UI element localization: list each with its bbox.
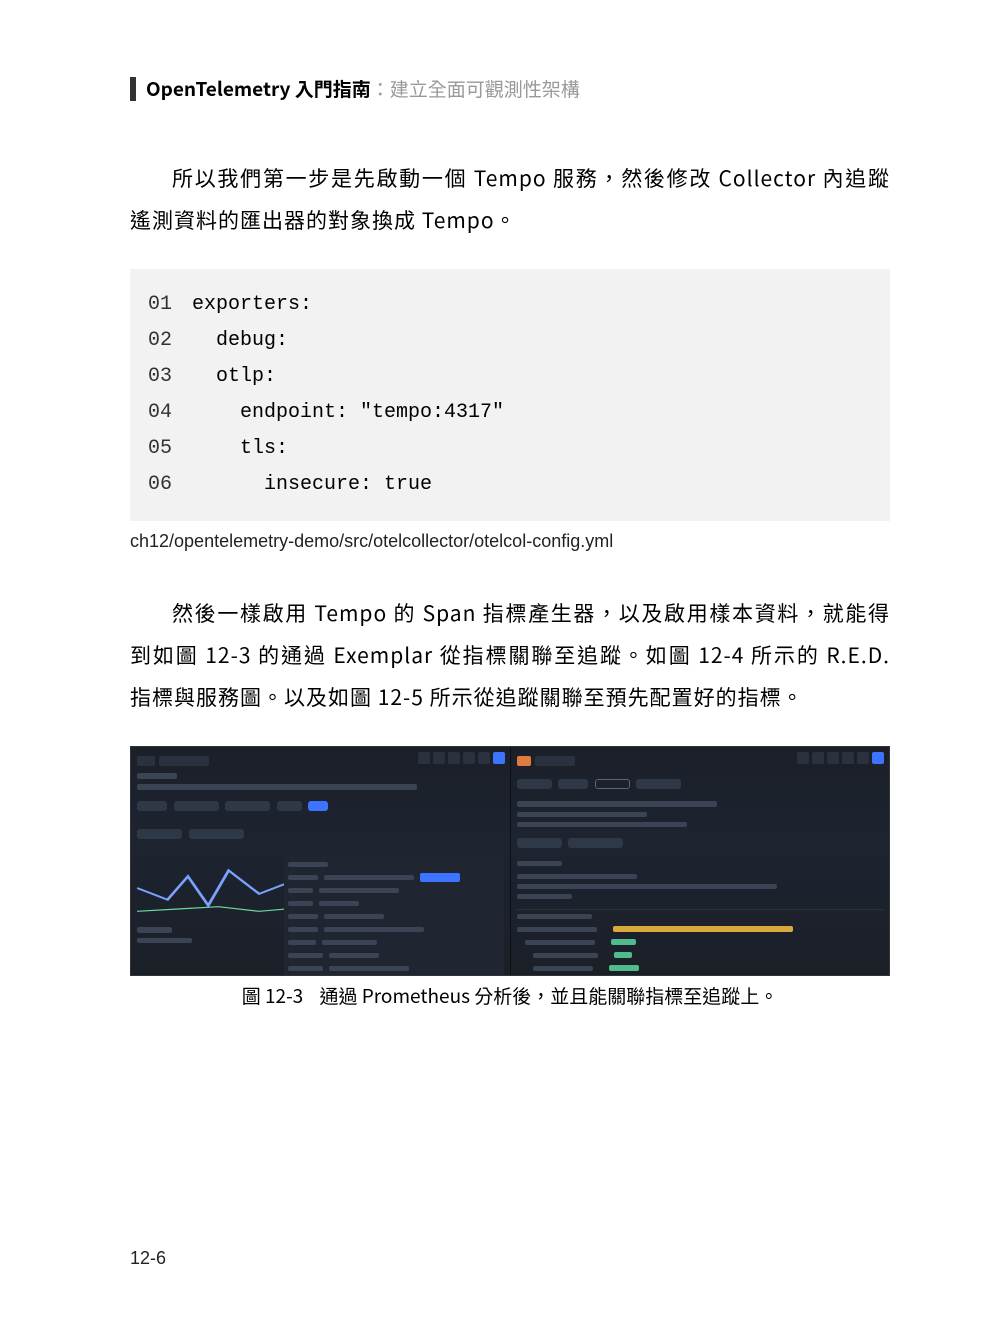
tempo-label [535, 756, 575, 766]
traceid-tab[interactable] [595, 779, 630, 789]
toolbar-add-dashboard-button[interactable] [433, 752, 445, 764]
code-line-number: 06 [148, 467, 192, 503]
span-name[interactable] [517, 927, 597, 932]
toolbar-run-button[interactable] [872, 752, 884, 764]
toolbar-icon[interactable] [827, 752, 839, 764]
code-line-number: 01 [148, 287, 192, 323]
exemplar-field-value [324, 927, 424, 932]
code-line-number: 05 [148, 431, 192, 467]
exemplar-field-value [329, 953, 379, 958]
query-input[interactable] [137, 784, 417, 790]
span-bar [614, 952, 632, 958]
toolbar-icon[interactable] [463, 752, 475, 764]
toolbar-explore-button[interactable] [418, 752, 430, 764]
prometheus-icon [137, 756, 155, 766]
exemplar-field-value [324, 914, 384, 919]
query-inspector-button[interactable] [568, 838, 623, 848]
toolbar-icon[interactable] [448, 752, 460, 764]
code-line-text: tls: [192, 437, 288, 460]
query-with-tempo-button[interactable] [420, 873, 460, 882]
figure-caption: 圖 12-3 通過 Prometheus 分析後，並且能關聯指標至追蹤上。 [130, 982, 890, 1009]
exemplar-field-value [319, 901, 359, 906]
paragraph-2: 然後一樣啟用 Tempo 的 Span 指標產生器，以及啟用樣本資料，就能得到如… [130, 592, 890, 718]
table-section-label [137, 927, 172, 933]
trace-id-field[interactable] [517, 801, 717, 807]
page-number: 12-6 [130, 1248, 166, 1269]
table-row-count [137, 938, 192, 943]
service-operation-header [517, 914, 592, 919]
search-tab[interactable] [558, 779, 588, 789]
span-filters-label [517, 894, 572, 899]
exemplar-field-label [288, 953, 323, 958]
add-query-button[interactable] [517, 838, 562, 848]
code-line-text: debug: [192, 329, 288, 352]
code-line-number: 02 [148, 323, 192, 359]
figure-screenshot [130, 746, 890, 976]
toolbar-icon[interactable] [857, 752, 869, 764]
header-title-bold: OpenTelemetry 入門指南 [146, 75, 371, 102]
query-label [137, 773, 177, 779]
span-name[interactable] [533, 966, 593, 971]
trace-title [517, 874, 637, 879]
exemplar-field-value [322, 940, 377, 945]
option-chip[interactable] [137, 801, 167, 811]
exemplar-tooltip [284, 855, 504, 976]
code-line-text: endpoint: "tempo:4317" [192, 401, 504, 424]
paragraph-1: 所以我們第一步是先啟動一個 Tempo 服務，然後修改 Collector 內追… [130, 157, 890, 241]
code-line-text: otlp: [192, 365, 276, 388]
figure-right-panel-tempo [511, 747, 890, 975]
prometheus-label [159, 756, 209, 766]
header-accent-bar [130, 77, 136, 101]
page-header: OpenTelemetry 入門指南 ：建立全面可觀測性架構 [130, 75, 890, 102]
toolbar-explore-button[interactable] [797, 752, 809, 764]
span-bar [611, 939, 636, 945]
figure-caption-text: 通過 Prometheus 分析後，並且能關聯指標至追蹤上。 [319, 982, 778, 1009]
field-hint [517, 812, 647, 817]
exemplar-header [288, 862, 328, 867]
span-name[interactable] [525, 940, 595, 945]
service-graph-tab[interactable] [636, 779, 681, 789]
code-line-text: insecure: true [192, 473, 432, 496]
option-chip-active[interactable] [308, 801, 328, 811]
figure-left-panel-prometheus [131, 747, 511, 975]
span-bar [609, 965, 639, 971]
exemplar-field-label [288, 888, 313, 893]
exemplar-field-label [288, 914, 318, 919]
toolbar-run-button[interactable] [493, 752, 505, 764]
toolbar-icon[interactable] [478, 752, 490, 764]
query-inspector-chip[interactable] [189, 829, 244, 839]
figure-12-3: 圖 12-3 通過 Prometheus 分析後，並且能關聯指標至追蹤上。 [130, 746, 890, 1009]
toolbar-icon[interactable] [842, 752, 854, 764]
option-chip[interactable] [277, 801, 302, 811]
option-chip[interactable] [225, 801, 270, 811]
exemplar-field-label [288, 901, 313, 906]
query-type-label [517, 779, 552, 789]
code-line-text: exporters: [192, 293, 312, 316]
code-line-number: 03 [148, 359, 192, 395]
option-chip[interactable] [174, 801, 219, 811]
exemplar-field-label [288, 927, 318, 932]
exemplar-field-label [288, 966, 323, 971]
exemplar-field-value [329, 966, 409, 971]
field-hint [517, 822, 687, 827]
exemplar-field-label [288, 875, 318, 880]
toolbar-add-dashboard-button[interactable] [812, 752, 824, 764]
exemplar-field-label [288, 940, 316, 945]
query-history-chip[interactable] [137, 829, 182, 839]
code-block: 01exporters: 02 debug: 03 otlp: 04 endpo… [130, 269, 890, 521]
span-name[interactable] [533, 953, 598, 958]
exemplar-field-value [319, 888, 399, 893]
node-graph-label [517, 861, 562, 866]
tempo-icon [517, 756, 531, 766]
figure-number: 圖 12-3 [242, 982, 303, 1009]
code-line-number: 04 [148, 395, 192, 431]
span-bar [613, 926, 793, 932]
header-title-subtitle: ：建立全面可觀測性架構 [371, 75, 580, 102]
trace-meta [517, 884, 777, 889]
code-caption: ch12/opentelemetry-demo/src/otelcollecto… [130, 531, 890, 552]
exemplar-field-value [324, 875, 414, 880]
